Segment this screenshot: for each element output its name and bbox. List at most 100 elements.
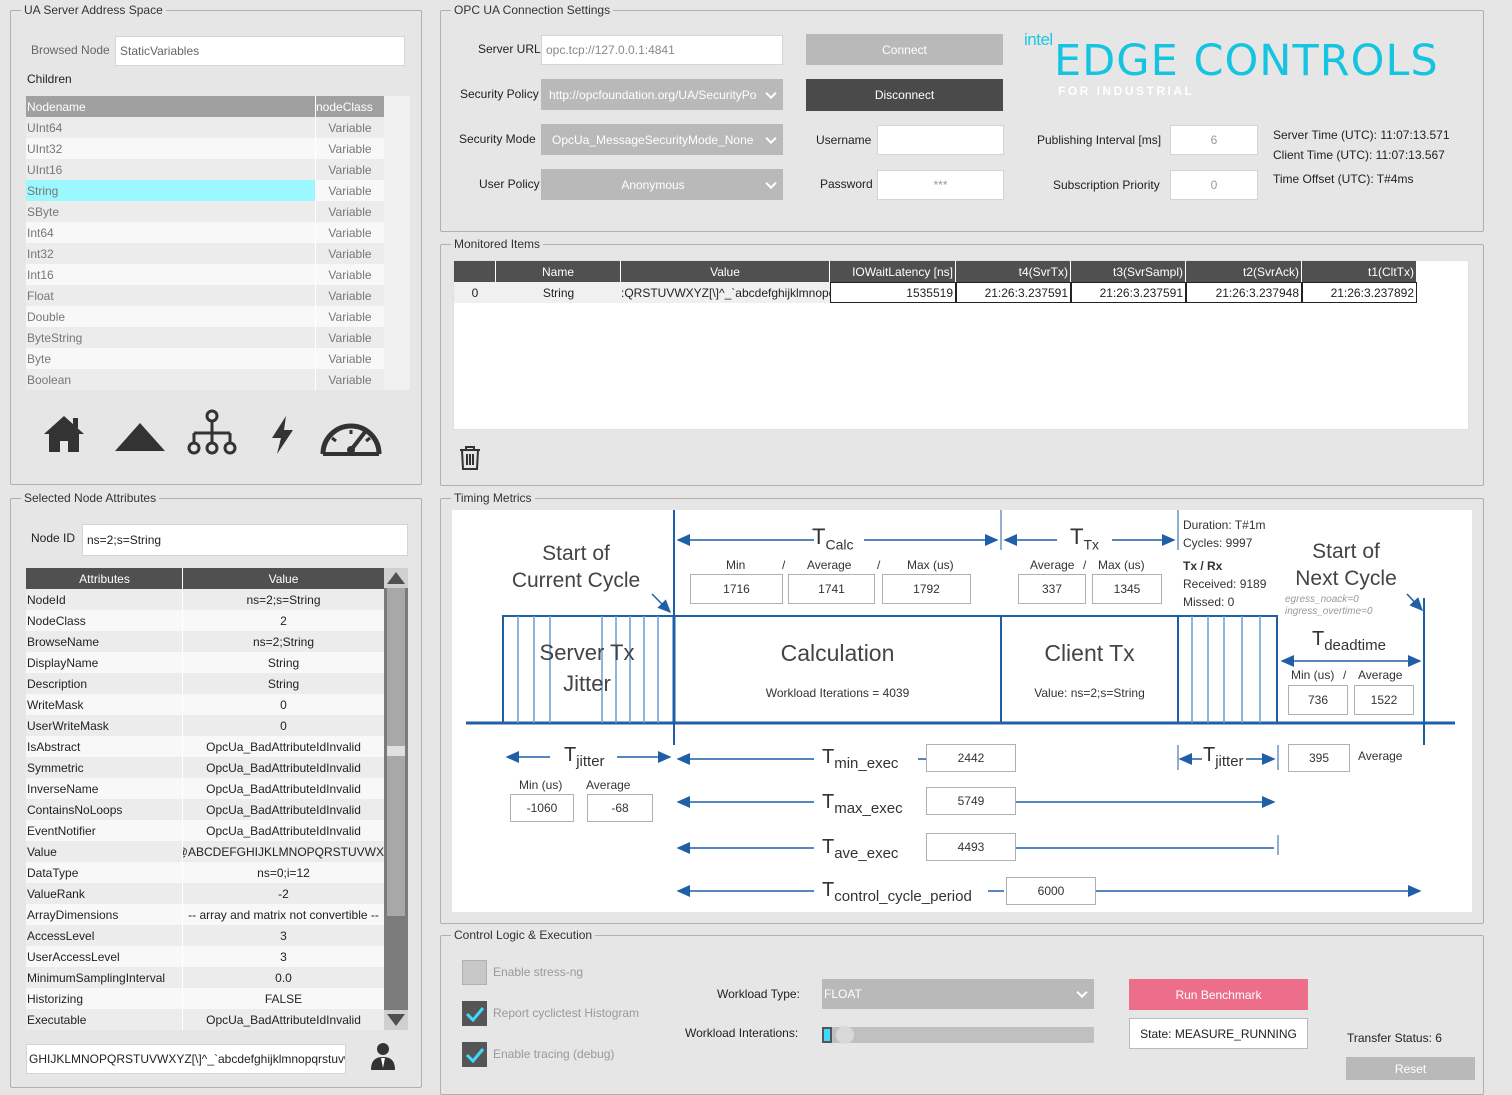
workload-type-select[interactable]: FLOAT <box>822 979 1094 1009</box>
attribute-row[interactable]: ValueRank-2 <box>26 883 384 904</box>
col-attributes[interactable]: Attributes <box>26 568 183 589</box>
logo-main: EDGE CONTROLS <box>1054 36 1439 86</box>
tjitter-main: T <box>564 744 576 766</box>
mon-col-t2[interactable]: t2(SvrAck) <box>1186 261 1302 282</box>
attribute-row[interactable]: InverseNameOpcUa_BadAttributeIdInvalid <box>26 778 384 799</box>
attribute-row[interactable]: DescriptionString <box>26 673 384 694</box>
attribute-row[interactable]: UserWriteMask0 <box>26 715 384 736</box>
username-input[interactable] <box>877 125 1004 155</box>
attribute-row[interactable]: HistorizingFALSE <box>26 988 384 1009</box>
mon-col-latency[interactable]: IOWaitLatency [ns] <box>830 261 956 282</box>
security-mode-select[interactable]: OpcUa_MessageSecurityMode_None <box>541 124 783 155</box>
mon-col-value[interactable]: Value <box>621 261 830 282</box>
attribute-row[interactable]: DataTypens=0;i=12 <box>26 862 384 883</box>
attribute-name: DisplayName <box>26 652 183 673</box>
attribute-row[interactable]: ContainsNoLoopsOpcUa_BadAttributeIdInval… <box>26 799 384 820</box>
mon-col-t4[interactable]: t4(SvrTx) <box>956 261 1071 282</box>
children-row[interactable]: Int64Variable <box>26 222 384 243</box>
mon-col-name[interactable]: Name <box>496 261 621 282</box>
server-url-input[interactable]: opc.tcp://127.0.0.1:4841 <box>541 35 783 65</box>
attribute-value: ns=2;s=String <box>183 589 384 610</box>
attribute-row[interactable]: Value>?@ABCDEFGHIJKLMNOPQRSTUVWX <box>26 841 384 862</box>
run-benchmark-button[interactable]: Run Benchmark <box>1129 979 1308 1010</box>
children-row[interactable]: ByteVariable <box>26 348 384 369</box>
attribute-row[interactable]: IsAbstractOpcUa_BadAttributeIdInvalid <box>26 736 384 757</box>
attribute-row[interactable]: NodeIdns=2;s=String <box>26 589 384 610</box>
disconnect-button[interactable]: Disconnect <box>806 79 1003 111</box>
subscription-priority-input[interactable]: 0 <box>1170 170 1258 200</box>
col-nodeclass[interactable]: nodeClass <box>316 96 384 117</box>
attribute-name: Symmetric <box>26 757 183 778</box>
security-policy-select[interactable]: http://opcfoundation.org/UA/SecurityPo <box>541 79 783 110</box>
children-row[interactable]: DoubleVariable <box>26 306 384 327</box>
stress-checkbox[interactable] <box>462 960 487 985</box>
mon-col-index[interactable] <box>454 261 496 282</box>
histogram-checkbox[interactable] <box>462 1001 487 1026</box>
node-class: Variable <box>316 138 384 159</box>
ingress-status: ingress_overtime=0 <box>1285 606 1373 617</box>
user-write-icon[interactable] <box>368 1040 398 1072</box>
children-row[interactable]: UInt32Variable <box>26 138 384 159</box>
attribute-value: 2 <box>183 610 384 631</box>
attribute-row[interactable]: ArrayDimensions-- array and matrix not c… <box>26 904 384 925</box>
attribute-row[interactable]: UserAccessLevel3 <box>26 946 384 967</box>
browsed-node-input[interactable]: StaticVariables <box>115 36 405 66</box>
attribute-row[interactable]: EventNotifierOpcUa_BadAttributeIdInvalid <box>26 820 384 841</box>
attribute-row[interactable]: DisplayNameString <box>26 652 384 673</box>
children-row[interactable]: StringVariable <box>26 180 384 201</box>
tave-main: T <box>822 836 834 858</box>
children-row[interactable]: SByteVariable <box>26 201 384 222</box>
timing-title: Timing Metrics <box>451 491 535 505</box>
connect-button[interactable]: Connect <box>806 34 1003 65</box>
node-class: Variable <box>316 327 384 348</box>
reset-button[interactable]: Reset <box>1346 1057 1475 1080</box>
write-value-input[interactable]: GHIJKLMNOPQRSTUVWXYZ[\]^_`abcdefghijklmn… <box>26 1044 346 1074</box>
lightning-icon[interactable] <box>266 414 298 456</box>
hierarchy-icon[interactable] <box>184 408 240 458</box>
col-value[interactable]: Value <box>183 568 384 589</box>
children-row[interactable]: UInt64Variable <box>26 117 384 138</box>
tracing-checkbox[interactable] <box>462 1042 487 1067</box>
attribute-row[interactable]: MinimumSamplingInterval0.0 <box>26 967 384 988</box>
user-policy-select[interactable]: Anonymous <box>541 169 783 200</box>
mon-col-t1[interactable]: t1(CltTx) <box>1302 261 1417 282</box>
slider-thumb[interactable] <box>836 1026 854 1044</box>
tjitter2-label: Tjitter <box>1203 744 1244 770</box>
state-display: State: MEASURE_RUNNING <box>1129 1018 1308 1049</box>
children-row[interactable]: FloatVariable <box>26 285 384 306</box>
home-icon[interactable] <box>40 412 88 456</box>
node-id-input[interactable]: ns=2;s=String <box>82 524 408 556</box>
tmin-exec-label: Tmin_exec <box>822 746 898 772</box>
node-name: Double <box>26 306 316 327</box>
attribute-row[interactable]: ExecutableOpcUa_BadAttributeIdInvalid <box>26 1009 384 1030</box>
scroll-down-button[interactable] <box>384 1010 408 1030</box>
node-name: UInt64 <box>26 117 316 138</box>
attribute-row[interactable]: BrowseNamens=2;String <box>26 631 384 652</box>
control-title: Control Logic & Execution <box>451 928 595 942</box>
monitored-title: Monitored Items <box>451 237 543 251</box>
cycles: Cycles: 9997 <box>1183 536 1252 550</box>
trash-icon[interactable] <box>458 445 482 471</box>
duration: Duration: T#1m <box>1183 518 1265 532</box>
children-row[interactable]: UInt16Variable <box>26 159 384 180</box>
mon-col-t3[interactable]: t3(SvrSampl) <box>1071 261 1186 282</box>
col-nodename[interactable]: Nodename <box>26 96 316 117</box>
attributes-scrollbar[interactable] <box>384 568 408 1030</box>
attribute-row[interactable]: AccessLevel3 <box>26 925 384 946</box>
node-class: Variable <box>316 201 384 222</box>
scroll-up-button[interactable] <box>384 568 408 588</box>
attribute-row[interactable]: WriteMask0 <box>26 694 384 715</box>
children-row[interactable]: BooleanVariable <box>26 369 384 390</box>
attribute-name: ValueRank <box>26 883 183 904</box>
children-scrollbar[interactable] <box>384 96 410 390</box>
attribute-row[interactable]: SymmetricOpcUa_BadAttributeIdInvalid <box>26 757 384 778</box>
attribute-row[interactable]: NodeClass2 <box>26 610 384 631</box>
publishing-interval-input[interactable]: 6 <box>1170 125 1258 155</box>
workload-iter-slider[interactable] <box>822 1027 1094 1043</box>
password-input[interactable]: *** <box>877 170 1004 200</box>
children-row[interactable]: ByteStringVariable <box>26 327 384 348</box>
gauge-icon[interactable] <box>318 414 384 458</box>
up-triangle-icon[interactable] <box>112 420 168 454</box>
children-row[interactable]: Int32Variable <box>26 243 384 264</box>
children-row[interactable]: Int16Variable <box>26 264 384 285</box>
